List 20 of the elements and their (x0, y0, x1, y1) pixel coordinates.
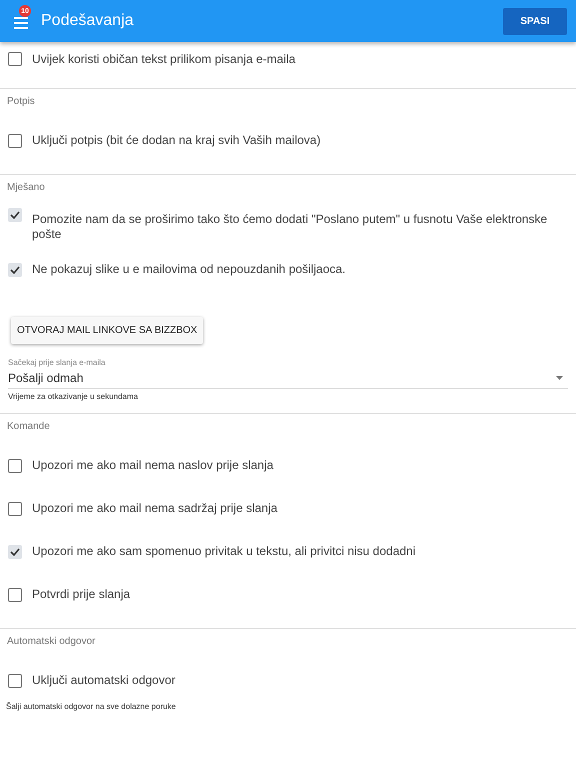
checkbox-label: Upozori me ako mail nema naslov prije slanja (32, 458, 274, 473)
section-heading: Mješano (6, 180, 46, 194)
select-field[interactable]: Pošalji odmah (8, 367, 568, 389)
save-button[interactable]: SPASI (503, 8, 567, 34)
section-heading: Automatski odgovor (6, 634, 96, 648)
helper-text: Šalji automatski odgovor na sve dolazne poruke (5, 702, 177, 711)
checkbox-label: Ne pokazuj slike u e mailovima od nepouzdanih pošiljaoca. (32, 262, 346, 277)
page-title: Podešavanja (41, 12, 135, 30)
checkbox-label: Potvrdi prije slanja (32, 587, 130, 602)
checkbox-label: Uključi potpis (bit će dodan na kraj svih Vaših mailova) (32, 133, 321, 148)
checkbox-label: Pomozite nam da se proširimo tako što ćemo dodati "Poslano putem" u fusnotu Vaše elektronske pošte (32, 212, 548, 242)
helper-text: Vrijeme za otkazivanje u sekundama (8, 392, 139, 401)
section-heading: Potpis (6, 94, 36, 108)
select-label: Sačekaj prije slanja e-maila (8, 358, 106, 367)
section-heading: Komande (6, 420, 51, 434)
checkbox-label: Upozori me ako sam spomenuo privitak u tekstu, ali privitci nisu dodadni (32, 544, 416, 559)
checkbox-label: Upozori me ako mail nema sadržaj prije slanja (32, 501, 278, 516)
checkbox-label: Uključi automatski odgovor (32, 673, 176, 688)
open-links-button[interactable]: OTVORAJ MAIL LINKOVE SA BIZZBOX (11, 317, 204, 344)
checkbox-label: Uvijek koristi običan tekst prilikom pisanja e-maila (32, 52, 296, 66)
